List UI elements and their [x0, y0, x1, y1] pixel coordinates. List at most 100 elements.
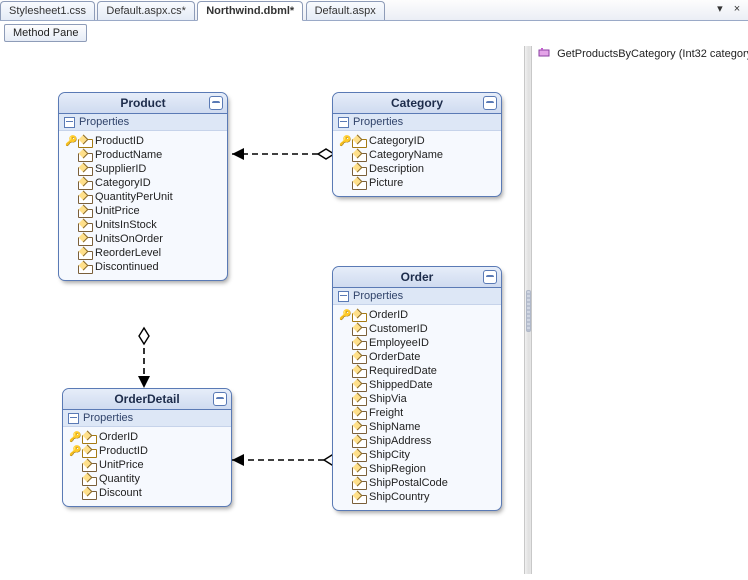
- property-row[interactable]: 🔑OrderID: [337, 308, 497, 322]
- property-name: QuantityPerUnit: [95, 191, 173, 203]
- property-icon: [78, 136, 92, 147]
- entity-title-category[interactable]: Category: [333, 93, 501, 114]
- entity-title-order[interactable]: Order: [333, 267, 501, 288]
- property-row[interactable]: ShipRegion: [337, 462, 497, 476]
- key-icon: 🔑: [339, 310, 349, 321]
- method-item[interactable]: GetProductsByCategory (Int32 categoryID): [534, 44, 744, 63]
- property-icon: [352, 394, 366, 405]
- tab-default-aspx[interactable]: Default.aspx: [306, 1, 385, 20]
- properties-header-label: Properties: [353, 290, 403, 302]
- tab-stylesheet[interactable]: Stylesheet1.css: [0, 1, 95, 20]
- properties-header[interactable]: Properties: [63, 410, 231, 427]
- chevron-up-icon[interactable]: [483, 270, 497, 284]
- property-icon: [352, 324, 366, 335]
- property-row[interactable]: UnitsInStock: [63, 218, 223, 232]
- property-row[interactable]: OrderDate: [337, 350, 497, 364]
- property-icon: [82, 432, 96, 443]
- property-row[interactable]: EmployeeID: [337, 336, 497, 350]
- property-row[interactable]: ReorderLevel: [63, 246, 223, 260]
- entity-order[interactable]: Order Properties 🔑OrderIDCustomerIDEmplo…: [332, 266, 502, 511]
- window-controls: ▾ ×: [713, 2, 744, 15]
- property-row[interactable]: ShipCountry: [337, 490, 497, 504]
- property-name: ShippedDate: [369, 379, 433, 391]
- property-name: ProductName: [95, 149, 162, 161]
- property-name: ProductID: [95, 135, 144, 147]
- method-pane-button[interactable]: Method Pane: [4, 24, 87, 42]
- method-item-label: GetProductsByCategory (Int32 categoryID): [557, 48, 748, 60]
- property-row[interactable]: ShipPostalCode: [337, 476, 497, 490]
- property-name: ShipCountry: [369, 491, 430, 503]
- properties-header[interactable]: Properties: [333, 114, 501, 131]
- designer-toolbar: Method Pane: [4, 24, 87, 42]
- entity-title-label: Category: [391, 96, 443, 110]
- property-name: RequiredDate: [369, 365, 437, 377]
- collapse-icon[interactable]: [68, 413, 79, 424]
- close-icon[interactable]: ×: [730, 3, 744, 15]
- entity-orderdetail[interactable]: OrderDetail Properties 🔑OrderID🔑ProductI…: [62, 388, 232, 507]
- collapse-icon[interactable]: [338, 291, 349, 302]
- property-row[interactable]: SupplierID: [63, 162, 223, 176]
- entity-product[interactable]: Product Properties 🔑ProductIDProductName…: [58, 92, 228, 281]
- property-row[interactable]: UnitPrice: [63, 204, 223, 218]
- property-icon: [352, 422, 366, 433]
- property-row[interactable]: ShipVia: [337, 392, 497, 406]
- property-row[interactable]: ShippedDate: [337, 378, 497, 392]
- property-name: SupplierID: [95, 163, 146, 175]
- property-row[interactable]: Quantity: [67, 472, 227, 486]
- property-row[interactable]: ShipName: [337, 420, 497, 434]
- chevron-up-icon[interactable]: [213, 392, 227, 406]
- property-row[interactable]: UnitPrice: [67, 458, 227, 472]
- property-row[interactable]: Freight: [337, 406, 497, 420]
- property-icon: [352, 178, 366, 189]
- property-row[interactable]: RequiredDate: [337, 364, 497, 378]
- property-row[interactable]: ShipCity: [337, 448, 497, 462]
- property-row[interactable]: 🔑OrderID: [67, 430, 227, 444]
- property-row[interactable]: CategoryID: [63, 176, 223, 190]
- method-pane-panel: GetProductsByCategory (Int32 categoryID): [534, 44, 744, 576]
- property-row[interactable]: CategoryName: [337, 148, 497, 162]
- entity-category[interactable]: Category Properties 🔑CategoryIDCategoryN…: [332, 92, 502, 197]
- property-row[interactable]: 🔑CategoryID: [337, 134, 497, 148]
- key-icon: 🔑: [69, 446, 79, 457]
- property-row[interactable]: Discount: [67, 486, 227, 500]
- key-icon: 🔑: [339, 136, 349, 147]
- entity-title-product[interactable]: Product: [59, 93, 227, 114]
- property-row[interactable]: 🔑ProductID: [67, 444, 227, 458]
- entity-title-orderdetail[interactable]: OrderDetail: [63, 389, 231, 410]
- property-icon: [352, 450, 366, 461]
- property-icon: [82, 460, 96, 471]
- tab-northwind-dbml[interactable]: Northwind.dbml*: [197, 1, 303, 21]
- property-row[interactable]: Picture: [337, 176, 497, 190]
- tab-default-cs[interactable]: Default.aspx.cs*: [97, 1, 194, 20]
- property-list: 🔑OrderIDCustomerIDEmployeeIDOrderDateReq…: [333, 305, 501, 510]
- property-icon: [78, 150, 92, 161]
- property-row[interactable]: Discontinued: [63, 260, 223, 274]
- properties-header[interactable]: Properties: [333, 288, 501, 305]
- collapse-icon[interactable]: [338, 117, 349, 128]
- document-tabstrip: Stylesheet1.css Default.aspx.cs* Northwi…: [0, 0, 748, 21]
- property-row[interactable]: QuantityPerUnit: [63, 190, 223, 204]
- property-name: Discount: [99, 487, 142, 499]
- orm-design-surface[interactable]: Product Properties 🔑ProductIDProductName…: [4, 44, 524, 576]
- property-name: ShipName: [369, 421, 420, 433]
- property-row[interactable]: UnitsOnOrder: [63, 232, 223, 246]
- window-menu-icon[interactable]: ▾: [713, 2, 727, 15]
- property-name: UnitsInStock: [95, 219, 157, 231]
- property-name: UnitPrice: [95, 205, 140, 217]
- properties-header[interactable]: Properties: [59, 114, 227, 131]
- property-row[interactable]: 🔑ProductID: [63, 134, 223, 148]
- property-row[interactable]: ProductName: [63, 148, 223, 162]
- property-icon: [352, 492, 366, 503]
- property-row[interactable]: Description: [337, 162, 497, 176]
- property-icon: [82, 474, 96, 485]
- property-icon: [78, 192, 92, 203]
- chevron-up-icon[interactable]: [483, 96, 497, 110]
- key-icon: 🔑: [69, 432, 79, 443]
- properties-header-label: Properties: [83, 412, 133, 424]
- property-row[interactable]: CustomerID: [337, 322, 497, 336]
- collapse-icon[interactable]: [64, 117, 75, 128]
- property-row[interactable]: ShipAddress: [337, 434, 497, 448]
- chevron-up-icon[interactable]: [209, 96, 223, 110]
- splitter-handle[interactable]: [524, 46, 532, 574]
- property-name: Quantity: [99, 473, 140, 485]
